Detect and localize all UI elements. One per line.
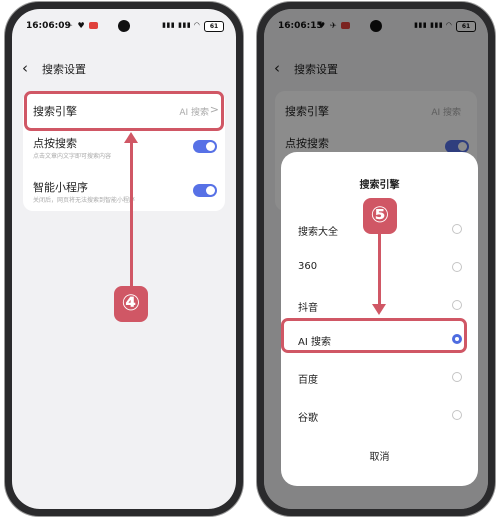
camera-cutout-icon — [118, 20, 130, 32]
right-phone: 16:06:15 ♥ ✈ ▮▮▮ ▮▮▮ ◠ 61 ‹ 搜索设置 搜索引擎 AI… — [257, 2, 495, 516]
right-screen: 16:06:15 ♥ ✈ ▮▮▮ ▮▮▮ ◠ 61 ‹ 搜索设置 搜索引擎 AI… — [264, 9, 488, 509]
setting-mini-program: 智能小程序 关闭后，网页将无法搜索到智能小程序 — [23, 177, 225, 211]
setting-desc: 关闭后，网页将无法搜索到智能小程序 — [33, 197, 136, 204]
page-title: 搜索设置 — [42, 63, 86, 76]
radio-icon[interactable] — [452, 372, 462, 382]
tap-search-toggle[interactable] — [193, 140, 217, 153]
option-label: 百度 — [298, 375, 318, 386]
nav-bar: ‹ 搜索设置 — [12, 57, 236, 81]
highlight-ai-search — [281, 318, 467, 353]
cancel-button[interactable]: 取消 — [281, 448, 478, 463]
toggle-knob — [206, 186, 215, 195]
notification-badge-icon — [89, 22, 99, 29]
step-badge: ⑤ — [363, 198, 397, 234]
radio-icon[interactable] — [452, 410, 462, 420]
setting-label: 点按搜索 — [33, 137, 77, 150]
left-screen: 16:06:09 ✈ ♥ ▮▮▮ ▮▮▮ ◠ 61 ‹ 搜索设置 搜索引擎 AI… — [12, 9, 236, 509]
option-label: 谷歌 — [298, 413, 318, 424]
radio-icon[interactable] — [452, 262, 462, 272]
arrow-line — [378, 234, 381, 305]
status-time: 16:06:09 — [26, 21, 71, 31]
chevron-left-icon[interactable]: ‹ — [22, 57, 28, 79]
arrow-down-icon — [372, 304, 386, 315]
option-5[interactable]: 谷歌 — [281, 404, 478, 428]
left-phone: 16:06:09 ✈ ♥ ▮▮▮ ▮▮▮ ◠ 61 ‹ 搜索设置 搜索引擎 AI… — [5, 2, 243, 516]
signal-wifi-icon: ▮▮▮ ▮▮▮ ◠ — [162, 21, 200, 29]
arrow-line — [130, 141, 133, 286]
radio-icon[interactable] — [452, 224, 462, 234]
option-label: 搜索大全 — [298, 227, 338, 238]
status-bar: 16:06:09 ✈ ♥ ▮▮▮ ▮▮▮ ◠ 61 — [12, 9, 236, 45]
option-4[interactable]: 百度 — [281, 366, 478, 390]
sheet-title: 搜索引擎 — [359, 180, 400, 191]
option-label: 360 — [298, 261, 318, 272]
step-badge: ④ — [114, 286, 148, 322]
mini-program-toggle[interactable] — [193, 184, 217, 197]
status-notification-icons: ✈ ♥ — [66, 21, 99, 30]
setting-label: 智能小程序 — [33, 181, 88, 194]
setting-desc: 点击文章内文字即可搜索内容 — [33, 153, 112, 160]
radio-icon[interactable] — [452, 300, 462, 310]
highlight-search-engine — [24, 91, 224, 131]
option-label: 抖音 — [298, 303, 318, 314]
battery-icon: 61 — [204, 21, 224, 32]
toggle-knob — [206, 142, 215, 151]
